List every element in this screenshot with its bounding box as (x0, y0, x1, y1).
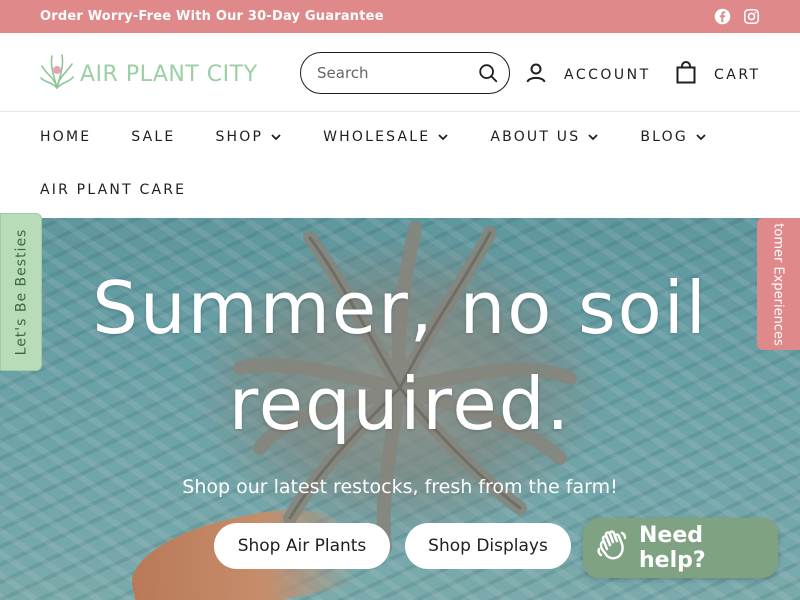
account-icon (524, 61, 548, 89)
nav-row-secondary: AIR PLANT CARE (40, 182, 226, 198)
nav-item-label: SALE (131, 129, 176, 145)
customer-experiences-label: tomer Experiences (771, 222, 786, 346)
nav-item-label: WHOLESALE (323, 129, 431, 145)
nav-item-label: AIR PLANT CARE (40, 182, 187, 198)
air-plant-logo-icon (40, 52, 74, 96)
search-box[interactable] (300, 52, 510, 94)
nav-item-label: HOME (40, 129, 92, 145)
waving-hand-icon (595, 527, 631, 569)
nav-item-shop[interactable]: SHOP (215, 129, 283, 145)
need-help-label: Need help? (639, 523, 706, 573)
shop-displays-button[interactable]: Shop Displays (405, 523, 571, 569)
main-navigation: HOME SALE SHOP WHOLESALE ABOUT US BLOG A… (0, 112, 800, 218)
nav-item-sale[interactable]: SALE (131, 129, 175, 145)
announcement-text: Order Worry-Free With Our 30-Day Guarant… (40, 9, 384, 24)
nav-item-air-plant-care[interactable]: AIR PLANT CARE (40, 182, 186, 198)
hero-headline-line-2: required. (228, 362, 572, 446)
chevron-down-icon (269, 130, 283, 144)
nav-item-home[interactable]: HOME (40, 129, 91, 145)
search-icon[interactable] (477, 62, 499, 84)
chevron-down-icon (694, 130, 708, 144)
site-header: AIR PLANT CITY ACCOUNT CART (0, 33, 800, 112)
nav-item-about-us[interactable]: ABOUT US (490, 129, 600, 145)
instagram-icon[interactable] (743, 8, 760, 25)
logo-text: AIR PLANT CITY (80, 61, 258, 87)
chevron-down-icon (436, 130, 450, 144)
nav-item-label: SHOP (215, 129, 264, 145)
account-link[interactable]: ACCOUNT (524, 61, 651, 89)
cart-label: CART (714, 67, 761, 83)
hero-headline-line-1: Summer, no soil (92, 266, 708, 350)
shop-air-plants-button[interactable]: Shop Air Plants (214, 523, 390, 569)
cart-link[interactable]: CART (674, 61, 761, 89)
nav-item-wholesale[interactable]: WHOLESALE (323, 129, 450, 145)
customer-experiences-tab[interactable]: tomer Experiences (757, 218, 800, 350)
shopping-bag-icon (674, 61, 698, 89)
logo[interactable]: AIR PLANT CITY (40, 52, 258, 96)
announcement-bar: Order Worry-Free With Our 30-Day Guarant… (0, 0, 800, 33)
facebook-icon[interactable] (714, 8, 731, 25)
need-help-chat-button[interactable]: Need help? (583, 518, 778, 578)
hero-headline: Summer, no soil required. (0, 260, 800, 452)
nav-row-primary: HOME SALE SHOP WHOLESALE ABOUT US BLOG (40, 129, 748, 145)
nav-item-label: BLOG (640, 129, 688, 145)
nav-item-label: ABOUT US (490, 129, 581, 145)
hero-subheading: Shop our latest restocks, fresh from the… (182, 476, 618, 498)
lets-be-besties-label: Let's Be Besties (13, 228, 29, 356)
social-links (714, 8, 760, 25)
chevron-down-icon (586, 130, 600, 144)
search-input[interactable] (317, 64, 467, 82)
lets-be-besties-tab[interactable]: Let's Be Besties (0, 213, 42, 371)
account-label: ACCOUNT (564, 67, 651, 83)
nav-item-blog[interactable]: BLOG (640, 129, 708, 145)
